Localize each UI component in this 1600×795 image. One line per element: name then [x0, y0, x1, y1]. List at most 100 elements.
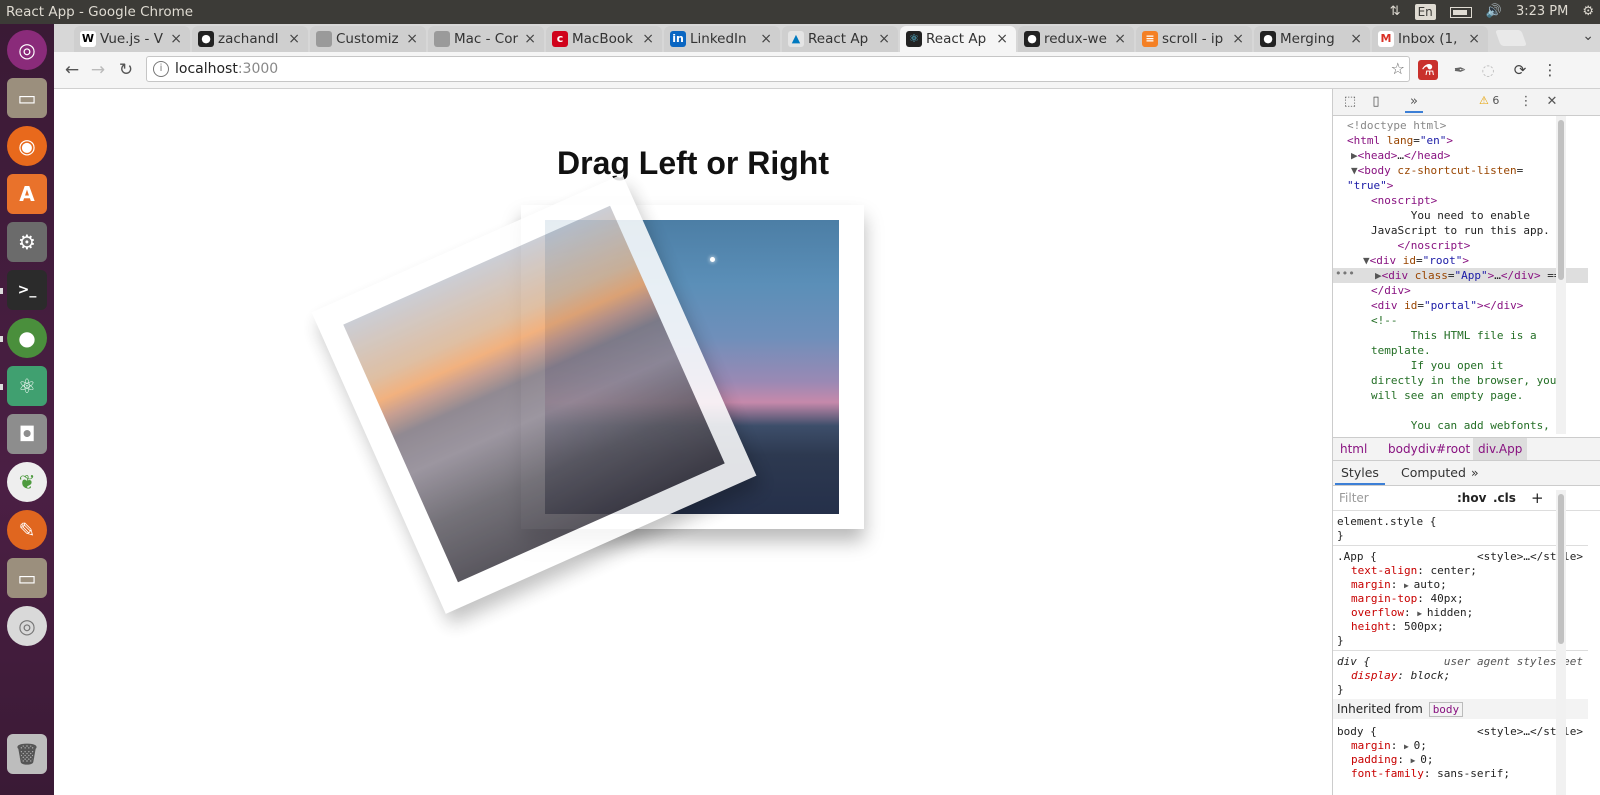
tab-10[interactable]: ● Merging ×: [1254, 26, 1370, 52]
extension-icon[interactable]: ⚗: [1418, 60, 1438, 80]
tab-9[interactable]: ≡ scroll - ip ×: [1136, 26, 1252, 52]
style-property[interactable]: text-align: center;: [1337, 564, 1588, 578]
tab-1[interactable]: ● zachandl ×: [192, 26, 308, 52]
camera-icon[interactable]: ◘: [7, 414, 47, 454]
hov-button[interactable]: :hov: [1457, 486, 1486, 510]
dom-node-line[interactable]: You need to enable: [1333, 208, 1588, 223]
dom-node-line[interactable]: If you open it: [1333, 358, 1588, 373]
tab-8[interactable]: ● redux-we ×: [1018, 26, 1134, 52]
sync-icon[interactable]: ⟳: [1510, 60, 1530, 80]
expand-arrow-icon[interactable]: ▶: [1404, 742, 1414, 751]
close-icon[interactable]: ×: [1114, 26, 1126, 52]
tab-4[interactable]: c MacBook ×: [546, 26, 662, 52]
breadcrumb-item[interactable]: html: [1335, 438, 1372, 460]
close-icon[interactable]: ×: [1232, 26, 1244, 52]
breadcrumb-item[interactable]: div#root: [1413, 438, 1475, 460]
archive-icon[interactable]: ▭: [7, 558, 47, 598]
style-property[interactable]: margin: ▶ 0;: [1337, 739, 1588, 753]
style-property[interactable]: margin: ▶ auto;: [1337, 578, 1588, 592]
dom-node-line[interactable]: ▼<div id="root">: [1333, 253, 1588, 268]
style-property[interactable]: display: block;: [1337, 669, 1588, 683]
styles-scrollbar[interactable]: [1556, 490, 1566, 795]
close-icon[interactable]: ×: [760, 26, 772, 52]
dom-node-line[interactable]: [1333, 403, 1588, 418]
filter-input[interactable]: Filter: [1339, 486, 1369, 510]
style-property[interactable]: height: 500px;: [1337, 620, 1588, 634]
breadcrumb-item[interactable]: div.App: [1473, 438, 1528, 460]
close-icon[interactable]: ×: [878, 26, 890, 52]
dom-node-line[interactable]: </div>: [1333, 283, 1588, 298]
dom-node-line[interactable]: will see an empty page.: [1333, 388, 1588, 403]
style-source-link[interactable]: <style>…</style>: [1477, 550, 1583, 564]
dom-node-line[interactable]: You can add webfonts,: [1333, 418, 1588, 433]
dom-node-line[interactable]: directly in the browser, you: [1333, 373, 1588, 388]
chrome-icon[interactable]: ●: [7, 318, 47, 358]
close-icon[interactable]: ×: [1350, 26, 1362, 52]
dom-node-line[interactable]: JavaScript to run this app.: [1333, 223, 1588, 238]
warnings-indicator[interactable]: ⚠ 6: [1479, 94, 1499, 107]
volume-icon[interactable]: 🔊: [1486, 0, 1502, 24]
dom-node-line[interactable]: <!doctype html>: [1333, 118, 1588, 133]
ellipsis-icon[interactable]: •••: [1335, 267, 1355, 280]
expand-arrow-icon[interactable]: ▶: [1404, 581, 1414, 590]
inherited-body-link[interactable]: body: [1428, 702, 1464, 717]
terminal-icon[interactable]: >_: [7, 270, 47, 310]
postman-icon[interactable]: ✎: [7, 510, 47, 550]
extension-disabled-icon[interactable]: ◌: [1478, 60, 1498, 80]
more-tabs-button[interactable]: »: [1465, 461, 1485, 485]
tab-6[interactable]: ▲ React Ap ×: [782, 26, 898, 52]
tab-styles[interactable]: Styles: [1335, 461, 1385, 485]
close-icon[interactable]: ×: [288, 26, 300, 52]
files-icon[interactable]: ▭: [7, 78, 47, 118]
new-style-rule-button[interactable]: +: [1531, 486, 1544, 510]
ubuntu-dash-icon[interactable]: ◎: [7, 30, 47, 70]
close-icon[interactable]: ×: [1468, 26, 1480, 52]
software-center-icon[interactable]: A: [7, 174, 47, 214]
firefox-icon[interactable]: ◉: [7, 126, 47, 166]
tab-2[interactable]: Customiz ×: [310, 26, 426, 52]
expand-arrow-icon[interactable]: ▶: [1417, 609, 1427, 618]
expand-arrow-icon[interactable]: ▶: [1411, 756, 1421, 765]
close-icon[interactable]: ×: [996, 26, 1008, 52]
dom-node-line[interactable]: ▼<body cz-shortcut-listen=: [1333, 163, 1588, 178]
close-icon[interactable]: ×: [642, 26, 654, 52]
dom-node-line[interactable]: This HTML file is a: [1333, 328, 1588, 343]
dom-node-line[interactable]: ▶<head>…</head>: [1333, 148, 1588, 163]
tab-0[interactable]: W Vue.js - V ×: [74, 26, 190, 52]
address-bar[interactable]: i localhost:3000 ☆: [146, 56, 1410, 82]
style-source-link[interactable]: <style>…</style>: [1477, 725, 1583, 739]
style-property[interactable]: font-family: sans-serif;: [1337, 767, 1588, 781]
gear-icon[interactable]: ⚙: [1582, 0, 1594, 24]
clock[interactable]: 3:23 PM: [1516, 0, 1568, 24]
device-toolbar-icon[interactable]: ▯: [1367, 93, 1385, 111]
disc-icon[interactable]: ◎: [7, 606, 47, 646]
dom-node-line[interactable]: <div id="portal"></div>: [1333, 298, 1588, 313]
reload-button[interactable]: ↻: [114, 58, 138, 82]
dom-node-line[interactable]: <html lang="en">: [1333, 133, 1588, 148]
url-text[interactable]: localhost:3000: [175, 57, 278, 81]
style-property[interactable]: padding: ▶ 0;: [1337, 753, 1588, 767]
dom-node-line[interactable]: ▶<div class="App">…</div> ==: [1333, 268, 1588, 283]
info-icon[interactable]: i: [153, 61, 169, 77]
chevron-down-icon[interactable]: ⌄: [1582, 28, 1594, 44]
tab-7[interactable]: ⚛ React Ap ×: [900, 26, 1016, 52]
elements-scrollbar[interactable]: [1556, 116, 1566, 434]
close-icon[interactable]: ✕: [1543, 93, 1561, 111]
trash-icon[interactable]: 🗑: [7, 734, 47, 774]
back-button[interactable]: ←: [60, 58, 84, 82]
forward-button[interactable]: →: [86, 58, 110, 82]
tab-11[interactable]: M Inbox (1, ×: [1372, 26, 1488, 52]
dom-node-line[interactable]: <noscript>: [1333, 193, 1588, 208]
close-icon[interactable]: ×: [406, 26, 418, 52]
eyedropper-icon[interactable]: ✒: [1450, 60, 1470, 80]
battery-icon[interactable]: [1449, 6, 1472, 18]
settings-icon[interactable]: ⚙: [7, 222, 47, 262]
network-icon[interactable]: ⇅: [1390, 0, 1401, 24]
mongodb-icon[interactable]: ❦: [7, 462, 47, 502]
more-panels-icon[interactable]: »: [1405, 93, 1423, 113]
new-tab-button[interactable]: [1495, 30, 1527, 46]
keyboard-layout-indicator[interactable]: En: [1414, 4, 1436, 20]
close-icon[interactable]: ×: [170, 26, 182, 52]
bookmark-star-icon[interactable]: ☆: [1391, 57, 1405, 81]
tab-3[interactable]: Mac - Cor ×: [428, 26, 544, 52]
